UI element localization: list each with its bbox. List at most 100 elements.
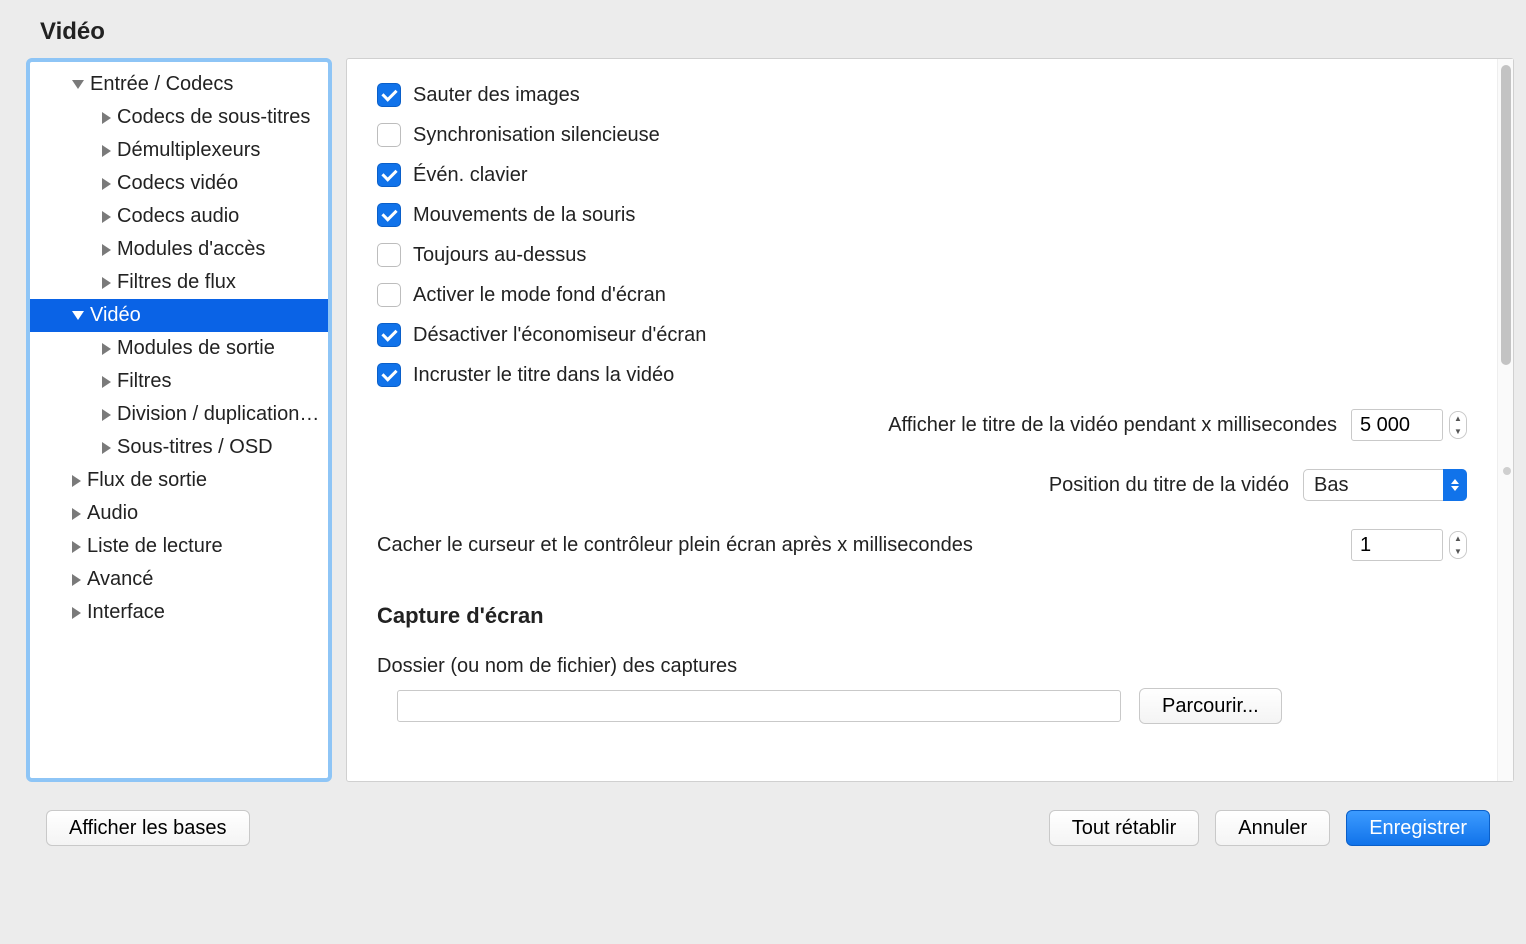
sidebar-item[interactable]: Modules de sortie: [30, 332, 328, 365]
chevron-right-icon[interactable]: [102, 211, 111, 223]
resize-grip-icon[interactable]: [1503, 467, 1511, 475]
sidebar-item-label: Entrée / Codecs: [90, 73, 233, 96]
sidebar-item[interactable]: Filtres: [30, 365, 328, 398]
select-chevrons-icon[interactable]: [1443, 469, 1467, 501]
title-show-ms-input[interactable]: [1351, 409, 1443, 441]
field-label: Position du titre de la vidéo: [1049, 474, 1289, 497]
reset-all-button[interactable]: Tout rétablir: [1049, 810, 1200, 846]
sidebar-item-label: Sous-titres / OSD: [117, 436, 273, 459]
sidebar-item[interactable]: Codecs de sous-titres: [30, 101, 328, 134]
checkbox-icon[interactable]: [377, 203, 401, 227]
sidebar-item-label: Vidéo: [90, 304, 141, 327]
chevron-down-icon[interactable]: ▼: [1450, 545, 1466, 558]
option-skip-frames[interactable]: Sauter des images: [377, 75, 1467, 115]
option-label: Synchronisation silencieuse: [413, 124, 660, 147]
stepper-buttons[interactable]: ▲ ▼: [1449, 411, 1467, 439]
checkbox-icon[interactable]: [377, 123, 401, 147]
sidebar-item-label: Flux de sortie: [87, 469, 207, 492]
option-label: Sauter des images: [413, 84, 580, 107]
sidebar-item-label: Filtres: [117, 370, 171, 393]
field-title-show-ms: Afficher le titre de la vidéo pendant x …: [377, 395, 1467, 455]
spinner: ▲ ▼: [1351, 529, 1467, 561]
chevron-up-icon[interactable]: ▲: [1450, 412, 1466, 425]
sidebar-item[interactable]: Filtres de flux: [30, 266, 328, 299]
sidebar-item-label: Division / duplication…: [117, 403, 319, 426]
sidebar-item[interactable]: Démultiplexeurs: [30, 134, 328, 167]
sidebar-item[interactable]: Interface: [30, 596, 328, 629]
checkbox-icon[interactable]: [377, 163, 401, 187]
chevron-right-icon[interactable]: [102, 145, 111, 157]
chevron-right-icon[interactable]: [102, 244, 111, 256]
cancel-button[interactable]: Annuler: [1215, 810, 1330, 846]
save-button[interactable]: Enregistrer: [1346, 810, 1490, 846]
chevron-right-icon[interactable]: [72, 607, 81, 619]
option-label: Activer le mode fond d'écran: [413, 284, 666, 307]
field-hide-cursor-ms: Cacher le curseur et le contrôleur plein…: [377, 515, 1467, 575]
field-title-position: Position du titre de la vidéo Bas: [377, 455, 1467, 515]
sidebar-item-label: Modules d'accès: [117, 238, 265, 261]
scrollbar-thumb[interactable]: [1501, 65, 1511, 365]
capture-folder-row: Parcourir...: [377, 688, 1467, 724]
sidebar-item[interactable]: Codecs audio: [30, 200, 328, 233]
option-disable-screensaver[interactable]: Désactiver l'économiseur d'écran: [377, 315, 1467, 355]
sidebar-item[interactable]: Entrée / Codecs: [30, 68, 328, 101]
spinner: ▲ ▼: [1351, 409, 1467, 441]
checkbox-icon[interactable]: [377, 243, 401, 267]
chevron-right-icon[interactable]: [102, 376, 111, 388]
option-always-on-top[interactable]: Toujours au-dessus: [377, 235, 1467, 275]
stepper-buttons[interactable]: ▲ ▼: [1449, 531, 1467, 559]
sidebar-item[interactable]: Modules d'accès: [30, 233, 328, 266]
browse-button[interactable]: Parcourir...: [1139, 688, 1282, 724]
sidebar-item[interactable]: Avancé: [30, 563, 328, 596]
sidebar-item-label: Modules de sortie: [117, 337, 275, 360]
scrollbar[interactable]: [1497, 59, 1513, 781]
option-label: Désactiver l'économiseur d'écran: [413, 324, 706, 347]
sidebar-item-label: Codecs vidéo: [117, 172, 238, 195]
sidebar-item[interactable]: Sous-titres / OSD: [30, 431, 328, 464]
sidebar-item[interactable]: Codecs vidéo: [30, 167, 328, 200]
chevron-up-icon[interactable]: ▲: [1450, 532, 1466, 545]
option-key-events[interactable]: Évén. clavier: [377, 155, 1467, 195]
checkbox-icon[interactable]: [377, 283, 401, 307]
option-label: Incruster le titre dans la vidéo: [413, 364, 674, 387]
field-label: Cacher le curseur et le contrôleur plein…: [377, 534, 973, 557]
option-mouse-events[interactable]: Mouvements de la souris: [377, 195, 1467, 235]
chevron-down-icon[interactable]: [72, 311, 84, 320]
option-label: Mouvements de la souris: [413, 204, 635, 227]
sidebar-item-label: Démultiplexeurs: [117, 139, 260, 162]
chevron-right-icon[interactable]: [102, 343, 111, 355]
chevron-right-icon[interactable]: [102, 112, 111, 124]
show-basic-button[interactable]: Afficher les bases: [46, 810, 250, 846]
sidebar-item[interactable]: Division / duplication…: [30, 398, 328, 431]
sidebar-item[interactable]: Liste de lecture: [30, 530, 328, 563]
chevron-right-icon[interactable]: [72, 574, 81, 586]
chevron-right-icon[interactable]: [72, 508, 81, 520]
sidebar-item-label: Audio: [87, 502, 138, 525]
capture-folder-input[interactable]: [397, 690, 1121, 722]
title-position-select[interactable]: Bas: [1303, 469, 1467, 501]
option-embed-title[interactable]: Incruster le titre dans la vidéo: [377, 355, 1467, 395]
chevron-right-icon[interactable]: [102, 277, 111, 289]
content-scroll: Sauter des images Synchronisation silenc…: [347, 59, 1497, 781]
sidebar-item-label: Codecs audio: [117, 205, 239, 228]
chevron-right-icon[interactable]: [102, 178, 111, 190]
chevron-down-icon[interactable]: ▼: [1450, 425, 1466, 438]
chevron-right-icon[interactable]: [102, 442, 111, 454]
hide-cursor-ms-input[interactable]: [1351, 529, 1443, 561]
chevron-down-icon[interactable]: [72, 80, 84, 89]
sidebar-item[interactable]: Flux de sortie: [30, 464, 328, 497]
sidebar-tree[interactable]: Entrée / Codecs Codecs de sous-titres Dému…: [26, 58, 332, 782]
chevron-right-icon[interactable]: [72, 475, 81, 487]
sidebar-item[interactable]: Vidéo: [30, 299, 328, 332]
capture-folder-label: Dossier (ou nom de fichier) des captures: [377, 641, 1467, 688]
chevron-right-icon[interactable]: [72, 541, 81, 553]
option-label: Toujours au-dessus: [413, 244, 586, 267]
chevron-right-icon[interactable]: [102, 409, 111, 421]
option-quiet-sync[interactable]: Synchronisation silencieuse: [377, 115, 1467, 155]
checkbox-icon[interactable]: [377, 83, 401, 107]
sidebar-item-label: Liste de lecture: [87, 535, 223, 558]
option-wallpaper-mode[interactable]: Activer le mode fond d'écran: [377, 275, 1467, 315]
checkbox-icon[interactable]: [377, 363, 401, 387]
checkbox-icon[interactable]: [377, 323, 401, 347]
sidebar-item[interactable]: Audio: [30, 497, 328, 530]
